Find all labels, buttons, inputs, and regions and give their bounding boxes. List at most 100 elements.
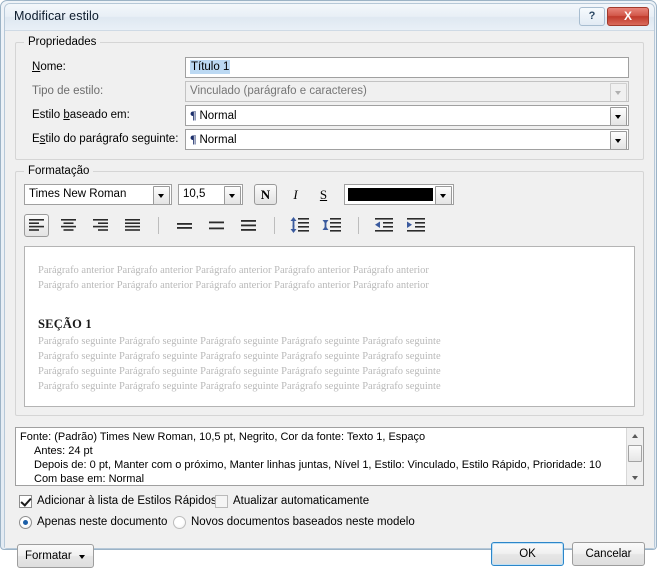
toolbar-separator	[358, 217, 359, 234]
description-line-2: Antes: 24 pt	[34, 445, 93, 457]
line-spacing-double-button[interactable]	[236, 214, 261, 237]
style-description-text: Fonte: (Padrão) Times New Roman, 10,5 pt…	[20, 430, 620, 485]
description-line-4: Com base em: Normal	[34, 473, 145, 485]
based-on-value: Normal	[199, 110, 237, 122]
line-spacing-double-icon	[241, 220, 256, 231]
style-preview: Parágrafo anterior Parágrafo anterior Pa…	[24, 246, 635, 407]
chevron-down-icon[interactable]	[224, 186, 241, 204]
underline-label: S	[319, 187, 328, 202]
name-value: Título 1	[190, 60, 231, 74]
chevron-down-icon[interactable]	[610, 131, 627, 149]
preview-previous-block: Parágrafo anterior Parágrafo anterior Pa…	[25, 247, 634, 293]
based-on-label: Estilo baseado em:	[32, 109, 130, 121]
next-style-select[interactable]: ¶ Normal	[185, 129, 629, 150]
style-type-select: Vinculado (parágrafo e caracteres)	[185, 81, 629, 102]
toolbar-separator	[158, 217, 159, 234]
dialog-title: Modificar estilo	[14, 9, 99, 23]
properties-group: Propriedades Nome: Título 1 Tipo de esti…	[15, 36, 644, 160]
name-row: Nome: Título 1	[24, 57, 637, 78]
chevron-down-icon	[610, 83, 627, 101]
chevron-down-icon[interactable]	[435, 186, 452, 205]
preview-following-line: Parágrafo seguinte Parágrafo seguinte Pa…	[38, 366, 441, 377]
font-size-select[interactable]: 10,5	[178, 184, 243, 205]
style-type-label: Tipo de estilo:	[32, 85, 104, 97]
scroll-up-icon[interactable]	[627, 428, 643, 443]
description-line-3: Depois de: 0 pt, Manter com o próximo, M…	[34, 459, 602, 471]
description-line-1: Fonte: (Padrão) Times New Roman, 10,5 pt…	[20, 431, 426, 443]
pilcrow-icon: ¶	[190, 132, 197, 146]
description-scrollbar[interactable]	[626, 428, 643, 485]
formatting-group-label: Formatação	[24, 165, 94, 177]
auto-update-checkbox[interactable]: Atualizar automaticamente	[215, 494, 369, 509]
properties-group-label: Propriedades	[24, 36, 101, 48]
based-on-select[interactable]: ¶ Normal	[185, 105, 629, 126]
ok-button[interactable]: OK	[491, 542, 564, 566]
line-spacing-1-5-icon	[209, 221, 224, 230]
preview-previous-line: Parágrafo anterior Parágrafo anterior Pa…	[38, 280, 429, 291]
based-on-row: Estilo baseado em: ¶ Normal	[24, 105, 637, 126]
align-right-icon	[93, 219, 108, 231]
space-after-button[interactable]	[320, 214, 345, 237]
scroll-down-icon[interactable]	[627, 470, 643, 485]
only-this-document-radio[interactable]: Apenas neste documento	[19, 515, 167, 530]
chevron-down-icon[interactable]	[610, 107, 627, 125]
decrease-indent-button[interactable]	[372, 214, 397, 237]
increase-indent-button[interactable]	[404, 214, 429, 237]
close-icon[interactable]: X	[607, 7, 649, 26]
help-icon[interactable]: ?	[579, 7, 605, 26]
font-family-value: Times New Roman	[29, 188, 127, 200]
format-button-label: Formatar	[25, 550, 72, 562]
align-center-button[interactable]	[56, 214, 81, 237]
help-label: ?	[588, 10, 596, 22]
next-style-row: Estilo do parágrafo seguinte: ¶ Normal	[24, 129, 637, 150]
align-left-button[interactable]	[24, 214, 49, 237]
next-style-label: Estilo do parágrafo seguinte:	[32, 133, 179, 145]
toolbar-separator	[274, 217, 275, 234]
dialog-frame: Modificar estilo ? X Propriedades Nome: …	[4, 3, 655, 568]
preview-heading: SEÇÃO 1	[38, 317, 92, 331]
font-color-swatch	[348, 188, 433, 201]
align-justify-button[interactable]	[120, 214, 145, 237]
space-after-icon	[322, 218, 341, 232]
style-type-value: Vinculado (parágrafo e caracteres)	[190, 85, 367, 97]
align-left-icon	[29, 219, 44, 231]
checkbox-icon	[215, 495, 228, 508]
modify-style-dialog: Modificar estilo ? X Propriedades Nome: …	[0, 0, 657, 568]
preview-previous-line: Parágrafo anterior Parágrafo anterior Pa…	[38, 265, 429, 276]
close-label: X	[623, 9, 632, 23]
paragraph-toolbar	[24, 214, 635, 240]
style-description: Fonte: (Padrão) Times New Roman, 10,5 pt…	[15, 427, 644, 486]
add-to-quick-styles-checkbox[interactable]: Adicionar à lista de Estilos Rápidos	[19, 494, 217, 509]
name-input[interactable]: Título 1	[185, 57, 629, 78]
align-center-icon	[61, 219, 76, 231]
line-spacing-1-5-button[interactable]	[204, 214, 229, 237]
dialog-body: Propriedades Nome: Título 1 Tipo de esti…	[5, 31, 654, 568]
italic-button[interactable]: I	[284, 184, 307, 205]
format-button[interactable]: Formatar	[17, 544, 94, 568]
font-toolbar: Times New Roman 10,5 N I S	[24, 184, 635, 205]
pilcrow-icon: ¶	[190, 108, 197, 122]
increase-indent-icon	[407, 218, 425, 232]
space-before-button[interactable]	[288, 214, 313, 237]
underline-button[interactable]: S	[312, 184, 335, 205]
italic-label: I	[293, 187, 298, 202]
new-documents-template-label: Novos documentos baseados neste modelo	[191, 516, 415, 528]
decrease-indent-icon	[375, 218, 393, 232]
scrollbar-thumb[interactable]	[628, 445, 642, 462]
align-right-button[interactable]	[88, 214, 113, 237]
font-color-picker[interactable]	[344, 184, 454, 205]
cancel-button[interactable]: Cancelar	[572, 542, 645, 566]
title-bar: Modificar estilo ? X	[5, 4, 654, 31]
font-size-value: 10,5	[183, 188, 206, 200]
bold-button[interactable]: N	[254, 184, 277, 205]
font-family-select[interactable]: Times New Roman	[24, 184, 172, 205]
preview-following-line: Parágrafo seguinte Parágrafo seguinte Pa…	[38, 336, 441, 347]
new-documents-template-radio[interactable]: Novos documentos baseados neste modelo	[173, 515, 415, 530]
chevron-down-icon[interactable]	[153, 186, 170, 204]
only-this-document-label: Apenas neste documento	[37, 516, 168, 528]
caret-down-icon	[79, 555, 85, 559]
align-justify-icon	[125, 219, 140, 231]
style-type-row: Tipo de estilo: Vinculado (parágrafo e c…	[24, 81, 637, 102]
radio-icon	[19, 516, 32, 529]
line-spacing-single-button[interactable]	[172, 214, 197, 237]
